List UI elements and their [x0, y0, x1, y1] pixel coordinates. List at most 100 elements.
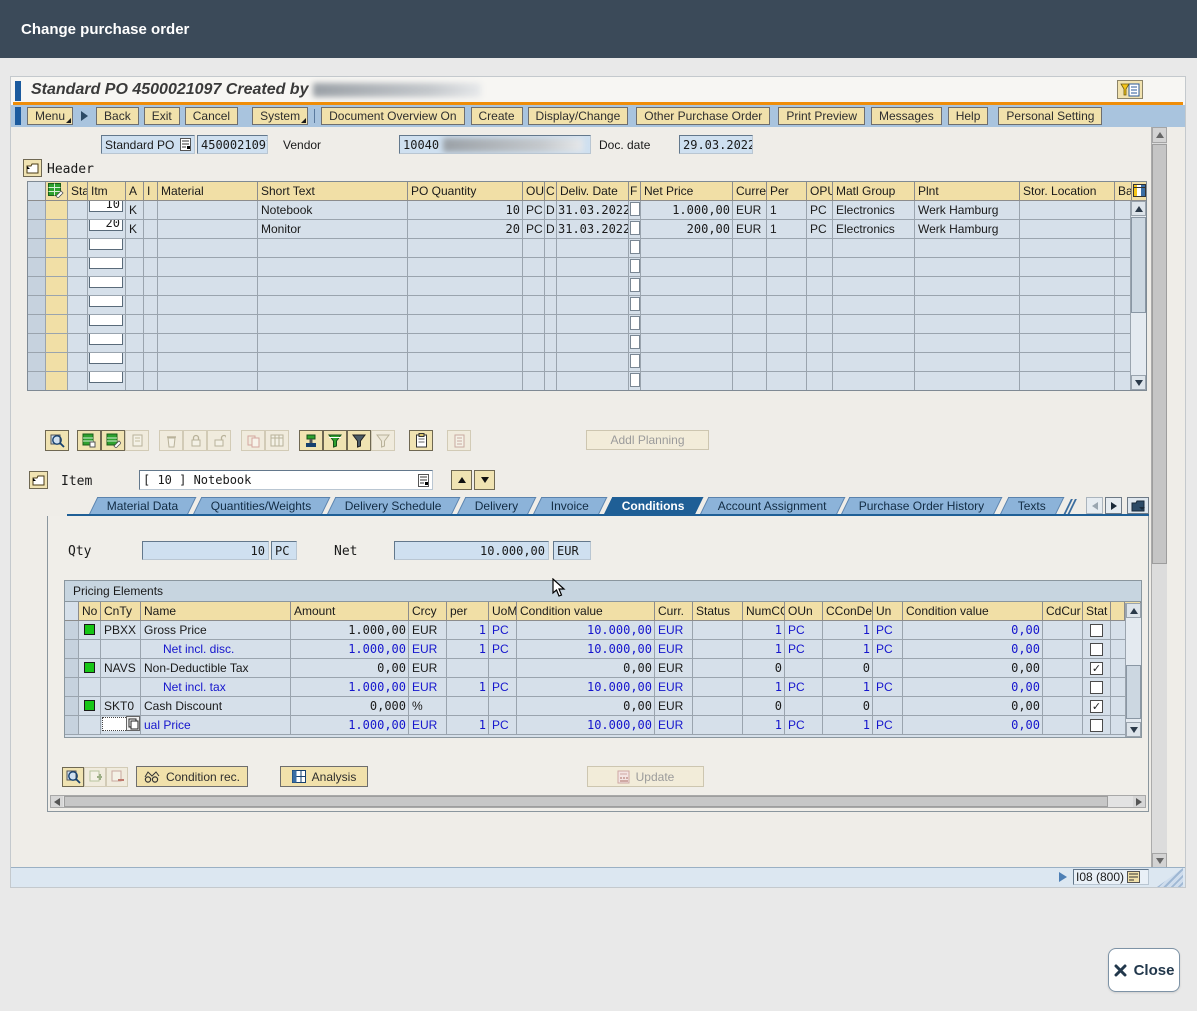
curr-cell[interactable]: EUR	[655, 659, 693, 678]
uom-cell[interactable]: PC	[489, 716, 517, 735]
uom-cell[interactable]	[489, 697, 517, 716]
cdcur-cell[interactable]	[1043, 621, 1083, 640]
col-plnt[interactable]: Plnt	[915, 182, 1020, 201]
currency-cell[interactable]: EUR	[733, 201, 767, 220]
crcy-cell[interactable]: EUR	[409, 659, 447, 678]
scroll-up-icon[interactable]	[1131, 201, 1146, 216]
tab-delivery[interactable]: Delivery	[456, 497, 536, 515]
tab-material-data[interactable]: Material Data	[89, 497, 197, 515]
stat-checkbox[interactable]	[1090, 700, 1103, 713]
close-button[interactable]: Close	[1108, 948, 1180, 992]
col-deliv-date[interactable]: Deliv. Date	[557, 182, 629, 201]
f-checkbox[interactable]	[630, 240, 640, 254]
condition-rec-button[interactable]: Condition rec.	[136, 766, 248, 787]
curr-cell[interactable]: EUR	[655, 697, 693, 716]
back-button[interactable]: Back	[96, 107, 139, 125]
scroll-right-icon[interactable]	[1133, 796, 1145, 807]
other-purchase-order-button[interactable]: Other Purchase Order	[636, 107, 770, 125]
display-change-button[interactable]: Display/Change	[528, 107, 629, 125]
short-text-cell[interactable]: Notebook	[258, 201, 408, 220]
deliv-date-cell[interactable]: 31.03.2022	[557, 201, 629, 220]
system-list-icon[interactable]	[1127, 871, 1140, 883]
oun-cell[interactable]: PC	[785, 678, 823, 697]
itm-input[interactable]: 10	[89, 201, 123, 212]
pricing-row[interactable]: Net incl. disc. 1.000,00 EUR 1 PC 10.000…	[65, 640, 1141, 659]
currency-cell[interactable]: EUR	[733, 220, 767, 239]
dropdown-icon[interactable]	[180, 138, 191, 151]
cconde-cell[interactable]: 1	[823, 716, 873, 735]
col-itm[interactable]: Itm	[88, 182, 126, 201]
per-cell[interactable]: 1	[447, 716, 489, 735]
curr-cell[interactable]: EUR	[655, 678, 693, 697]
col-ba[interactable]: Ba	[1115, 182, 1132, 201]
cnty-cell[interactable]	[101, 640, 141, 659]
amount-cell[interactable]: 1.000,00	[291, 640, 409, 659]
condition-detail-icon[interactable]	[62, 767, 84, 787]
scrollbar-thumb[interactable]	[1131, 217, 1146, 313]
name-cell[interactable]: ual Price	[141, 716, 291, 735]
cconde-cell[interactable]: 1	[823, 640, 873, 659]
tab-delivery-schedule[interactable]: Delivery Schedule	[326, 497, 459, 515]
qty-field[interactable]: 10	[142, 541, 269, 560]
next-item-button[interactable]	[474, 470, 495, 490]
deliv-date-cell[interactable]: 31.03.2022	[557, 220, 629, 239]
cconde-cell[interactable]: 1	[823, 678, 873, 697]
cdcur-cell[interactable]	[1043, 716, 1083, 735]
main-scrollbar[interactable]	[1151, 127, 1167, 869]
analysis-button[interactable]: Analysis	[280, 766, 368, 787]
system-info-field[interactable]: I08 (800)	[1073, 869, 1149, 885]
item-grid-empty-row[interactable]	[28, 334, 1146, 353]
itm-input[interactable]	[89, 334, 123, 345]
pcol-oun[interactable]: OUn	[785, 602, 823, 621]
opu-cell[interactable]: PC	[807, 220, 833, 239]
un-cell[interactable]: PC	[873, 640, 903, 659]
status-cell[interactable]	[693, 640, 743, 659]
material-cell[interactable]	[158, 220, 258, 239]
numcc-cell[interactable]: 0	[743, 659, 785, 678]
acct-assign-cat[interactable]: K	[126, 201, 144, 220]
itm-input[interactable]: 20	[89, 220, 123, 231]
uom-cell[interactable]	[489, 659, 517, 678]
per-cell[interactable]	[447, 697, 489, 716]
qty-unit-field[interactable]: PC	[271, 541, 297, 560]
tab-purchase-order-history[interactable]: Purchase Order History	[841, 497, 1003, 515]
cconde-cell[interactable]: 0	[823, 697, 873, 716]
tab-texts[interactable]: Texts	[999, 497, 1064, 515]
scroll-down-icon[interactable]	[1126, 722, 1141, 737]
filter-icon[interactable]	[347, 430, 371, 451]
condition-value-cell[interactable]: 0,00	[517, 697, 655, 716]
pcol-numcc[interactable]: NumCC	[743, 602, 785, 621]
net-field[interactable]: 10.000,00	[394, 541, 549, 560]
cancel-button[interactable]: Cancel	[185, 107, 238, 125]
un-cell[interactable]	[873, 697, 903, 716]
col-i[interactable]: I	[144, 182, 158, 201]
crcy-cell[interactable]: EUR	[409, 640, 447, 659]
oun-cell[interactable]: PC	[785, 716, 823, 735]
curr-cell[interactable]: EUR	[655, 716, 693, 735]
edit-row-icon[interactable]	[101, 430, 125, 451]
item-selector-combobox[interactable]: [ 10 ] Notebook	[139, 470, 433, 490]
tab-account-assignment[interactable]: Account Assignment	[699, 497, 845, 515]
tab-conditions[interactable]: Conditions	[604, 497, 703, 515]
scroll-down-icon[interactable]	[1131, 375, 1146, 390]
per-cell[interactable]: 1	[767, 220, 807, 239]
row-select-cell[interactable]	[28, 220, 46, 239]
stor-location-cell[interactable]	[1020, 220, 1115, 239]
un-cell[interactable]: PC	[873, 716, 903, 735]
tab-scroll-right-icon[interactable]	[1105, 497, 1122, 514]
pcol-cconde[interactable]: CConDe	[823, 602, 873, 621]
help-button[interactable]: Help	[948, 107, 989, 125]
cdcur-cell[interactable]	[1043, 640, 1083, 659]
pcol-condition-value[interactable]: Condition value	[517, 602, 655, 621]
previous-item-button[interactable]	[451, 470, 472, 490]
f-checkbox[interactable]	[630, 297, 640, 311]
column-config-icon[interactable]	[1132, 182, 1147, 201]
crcy-cell[interactable]: EUR	[409, 621, 447, 640]
col-a[interactable]: A	[126, 182, 144, 201]
numcc-cell[interactable]: 1	[743, 640, 785, 659]
our-cell[interactable]: PC	[523, 220, 545, 239]
condition-value2-cell[interactable]: 0,00	[903, 716, 1043, 735]
net-price-cell[interactable]: 1.000,00	[641, 201, 733, 220]
row-select-cell[interactable]	[28, 201, 46, 220]
c-cell[interactable]: D	[545, 220, 557, 239]
